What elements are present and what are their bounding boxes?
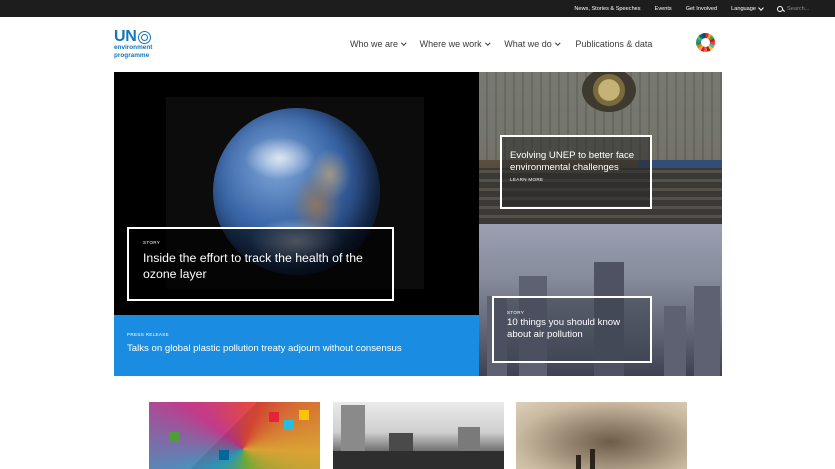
story-tag: STORY — [143, 240, 161, 245]
nav-publications-data[interactable]: Publications & data — [575, 39, 652, 49]
city-building-image — [664, 306, 686, 376]
press-release-title: Talks on global plastic pollution treaty… — [127, 343, 402, 354]
nav-where-we-work[interactable]: Where we work — [420, 39, 490, 49]
story-tag: STORY — [507, 310, 525, 315]
get-involved-link[interactable]: Get Involved — [686, 6, 717, 12]
story-card-smokestack-image[interactable] — [516, 402, 687, 469]
press-release-banner[interactable]: PRESS RELEASE Talks on global plastic po… — [114, 315, 479, 376]
sdg-tile-image — [219, 450, 229, 460]
nav-publications-data-label: Publications & data — [575, 39, 653, 49]
sdg-tile-image — [169, 432, 179, 442]
logo-un: UN — [114, 28, 152, 45]
nav-what-we-do-label: What we do — [504, 39, 552, 49]
sdg-wheel-icon[interactable] — [696, 33, 715, 52]
language-label: Language — [731, 5, 756, 12]
smokestack-image — [590, 449, 595, 469]
chevron-down-icon — [555, 40, 561, 46]
search-input[interactable] — [787, 5, 823, 12]
logo-programme: programme — [114, 51, 150, 59]
events-link[interactable]: Events — [655, 6, 672, 12]
hero-main-title: Inside the effort to track the health of… — [143, 251, 363, 281]
utility-links: News, Stories & Speeches Events Get Invo… — [574, 0, 835, 17]
site-header: UN environment programme Who we are Wher… — [0, 17, 835, 72]
press-release-tag: PRESS RELEASE — [127, 332, 169, 337]
sdg-tile-image — [269, 412, 279, 422]
hero-top-right-caption: Evolving UNEP to better face environment… — [500, 135, 652, 209]
hero-main-story[interactable]: STORY Inside the effort to track the hea… — [114, 72, 479, 315]
hero-main-caption: STORY Inside the effort to track the hea… — [127, 227, 394, 301]
hero-bottom-right-caption: STORY 10 things you should know about ai… — [492, 296, 652, 363]
nav-where-we-work-label: Where we work — [419, 39, 482, 49]
chevron-down-icon — [401, 40, 407, 46]
story-card-sdg-image[interactable] — [149, 402, 320, 469]
top-utility-bar: News, Stories & Speeches Events Get Invo… — [0, 0, 835, 17]
nav-who-we-are-label: Who we are — [350, 39, 399, 49]
language-dropdown[interactable]: Language — [731, 4, 764, 12]
hero-bottom-right-story[interactable]: STORY 10 things you should know about ai… — [479, 224, 722, 376]
sdg-tile-image — [284, 420, 294, 430]
unep-logo[interactable]: UN environment programme — [114, 28, 153, 59]
story-card-city-image[interactable] — [333, 402, 504, 469]
hero-bottom-right-title: 10 things you should know about air poll… — [507, 317, 621, 340]
city-building-image — [694, 286, 720, 376]
smokestack-image — [576, 455, 581, 469]
sdg-tile-image — [299, 410, 309, 420]
logo-un-text: UN — [114, 28, 137, 45]
chevron-down-icon — [484, 40, 490, 46]
nav-who-we-are[interactable]: Who we are — [350, 39, 407, 49]
street-image — [333, 451, 504, 469]
chevron-down-icon — [758, 4, 764, 11]
un-emblem-icon — [137, 30, 151, 44]
nav-what-we-do[interactable]: What we do — [504, 39, 561, 49]
hero-top-right-story[interactable]: Evolving UNEP to better face environment… — [479, 72, 722, 224]
main-nav: Who we are Where we work What we do Publ… — [350, 39, 652, 49]
logo-environment: environment — [114, 44, 153, 51]
search-box[interactable] — [777, 5, 827, 12]
learn-more-link[interactable]: LEARN MORE — [510, 177, 642, 182]
news-stories-speeches-link[interactable]: News, Stories & Speeches — [574, 6, 640, 12]
hero-top-right-title: Evolving UNEP to better face environment… — [510, 150, 635, 173]
search-icon[interactable] — [777, 5, 783, 12]
